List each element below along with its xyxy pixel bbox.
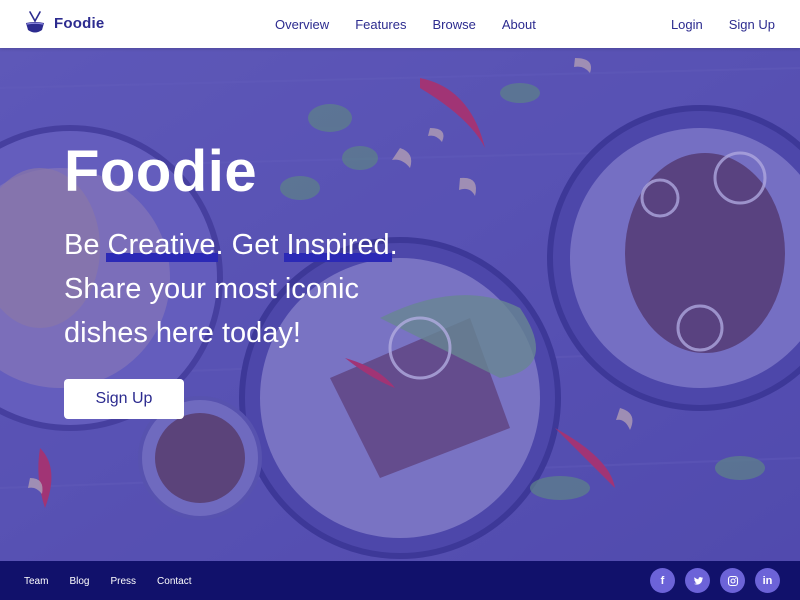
auth-links: Login Sign Up — [671, 17, 775, 32]
highlight-inspired: Inspired — [284, 223, 392, 267]
tagline-be: Be — [64, 229, 108, 261]
hero-tagline: Be Creative. Get Inspired. Share your mo… — [64, 223, 398, 355]
footer-link-blog[interactable]: Blog — [69, 576, 89, 587]
hero-title: Foodie — [64, 139, 258, 204]
nav-link-about[interactable]: About — [502, 17, 536, 32]
facebook-icon[interactable]: f — [650, 568, 675, 593]
footer-link-press[interactable]: Press — [110, 576, 136, 587]
instagram-icon[interactable] — [720, 568, 745, 593]
brand-name: Foodie — [54, 14, 105, 32]
social-links: f in — [650, 568, 780, 593]
nav-link-overview[interactable]: Overview — [275, 17, 329, 32]
tagline-period: . — [389, 229, 398, 261]
linkedin-icon[interactable]: in — [755, 568, 780, 593]
hero-section: Foodie Be Creative. Get Inspired. Share … — [0, 48, 800, 561]
nav-link-features[interactable]: Features — [355, 17, 406, 32]
twitter-icon[interactable] — [685, 568, 710, 593]
footer-link-team[interactable]: Team — [24, 576, 48, 587]
tagline-line-1: Be Creative. Get Inspired. — [64, 223, 398, 267]
primary-nav: Overview Features Browse About — [275, 17, 536, 32]
hero-content: Foodie Be Creative. Get Inspired. Share … — [64, 143, 398, 419]
footer-link-contact[interactable]: Contact — [157, 576, 191, 587]
nav-link-browse[interactable]: Browse — [433, 17, 476, 32]
twitter-bird-icon — [693, 576, 703, 585]
signup-link[interactable]: Sign Up — [729, 17, 775, 32]
tagline-line-3: dishes here today! — [64, 317, 301, 349]
footer-nav: Team Blog Press Contact — [24, 576, 192, 587]
instagram-camera-icon — [727, 575, 738, 586]
highlight-creative: Creative — [105, 223, 218, 267]
top-navbar: Foodie Overview Features Browse About Lo… — [0, 0, 800, 48]
facebook-glyph: f — [660, 574, 665, 587]
tagline-line-2: Share your most iconic — [64, 273, 359, 305]
brand-logo-link[interactable]: Foodie — [24, 10, 104, 36]
tagline-get: . Get — [215, 229, 287, 261]
linkedin-glyph: in — [762, 574, 773, 587]
login-link[interactable]: Login — [671, 17, 703, 32]
hero-signup-button[interactable]: Sign Up — [64, 379, 184, 419]
site-footer: Team Blog Press Contact f in — [0, 561, 800, 600]
food-bowl-icon — [26, 11, 44, 33]
